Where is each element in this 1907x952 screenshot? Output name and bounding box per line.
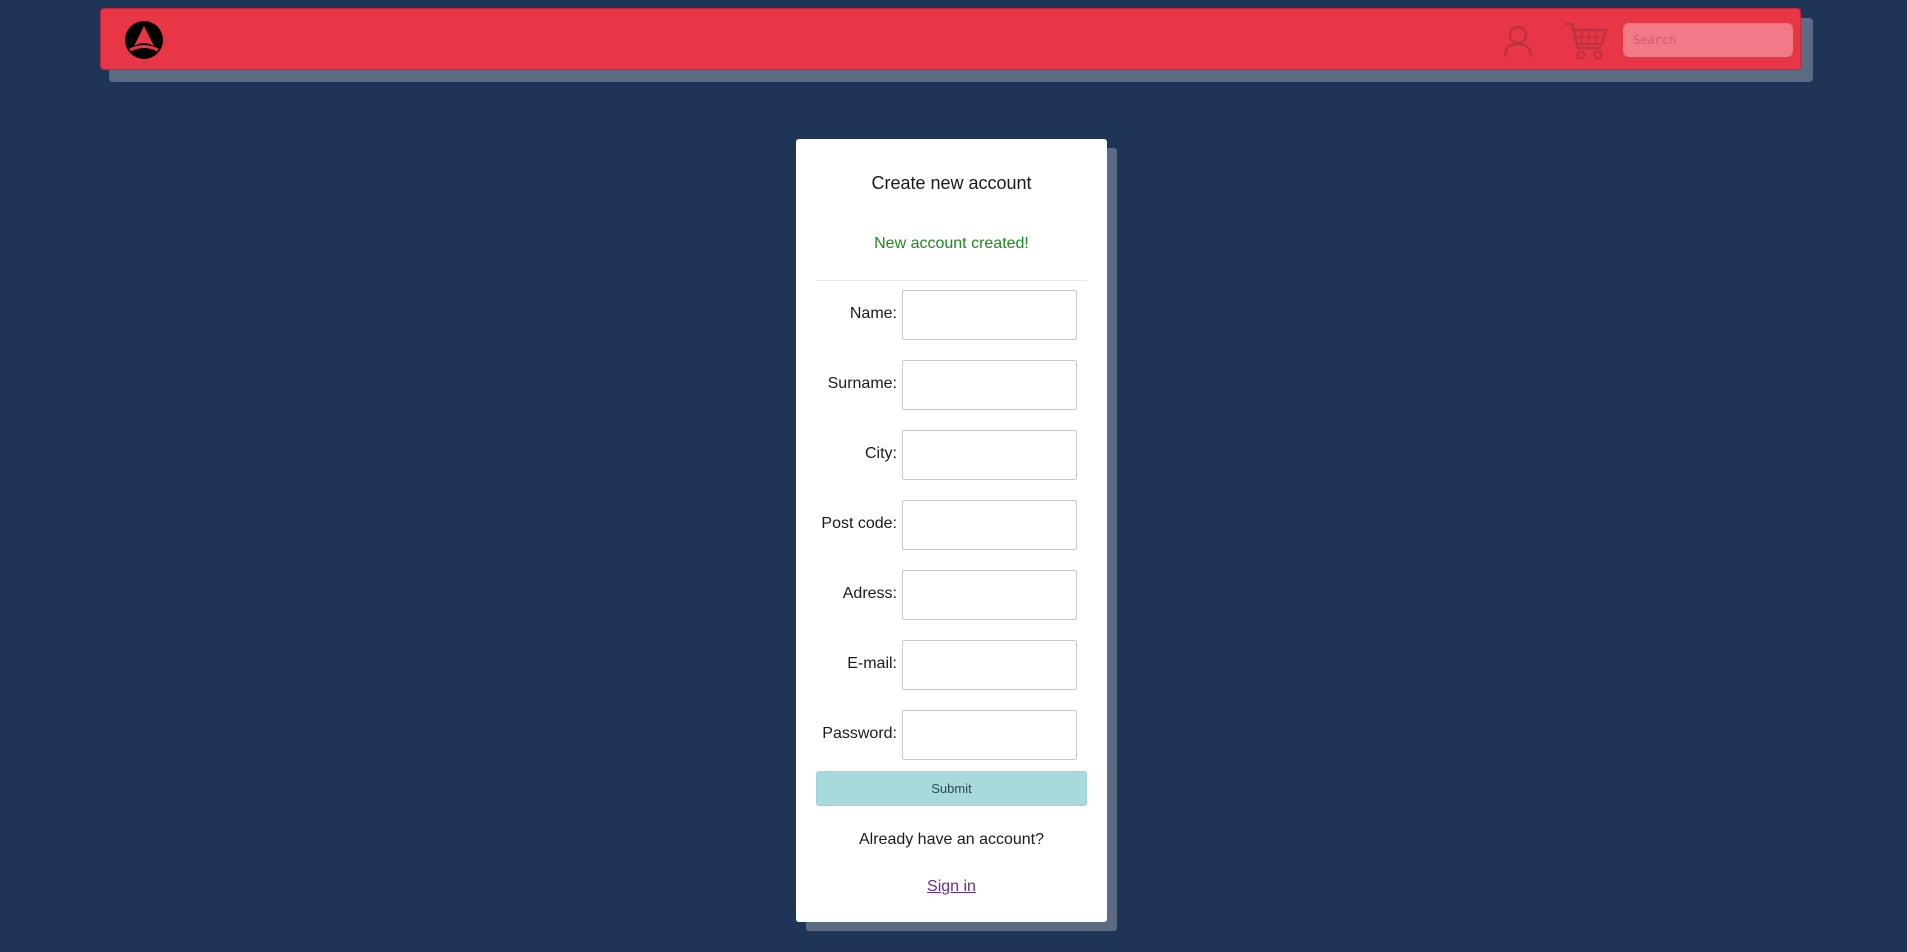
email-label: E-mail: [847, 655, 897, 672]
user-icon[interactable] [1502, 24, 1534, 58]
search-input[interactable] [1623, 23, 1793, 57]
address-label: Adress: [842, 585, 897, 602]
form-row-name: Name: [796, 290, 1107, 340]
sign-in-link[interactable]: Sign in [927, 878, 976, 895]
name-field[interactable] [902, 290, 1077, 340]
form-row-email: E-mail: [796, 640, 1107, 690]
city-label: City: [865, 445, 897, 462]
form-row-password: Password: [796, 710, 1107, 760]
form-title: Create new account [871, 173, 1032, 193]
status-message: New account created! [874, 235, 1029, 252]
divider [816, 280, 1087, 281]
logo-icon[interactable] [123, 19, 165, 61]
form-row-surname: Surname: [796, 360, 1107, 410]
form-row-postcode: Post code: [796, 500, 1107, 550]
password-field[interactable] [902, 710, 1077, 760]
already-have-account-text: Already have an account? [858, 831, 1044, 848]
cart-icon[interactable] [1563, 20, 1609, 62]
form-row-address: Adress: [796, 570, 1107, 620]
surname-field[interactable] [902, 360, 1077, 410]
top-navbar [100, 8, 1801, 70]
email-field[interactable] [902, 640, 1077, 690]
city-field[interactable] [902, 430, 1077, 480]
form-row-city: City: [796, 430, 1107, 480]
postcode-field[interactable] [902, 500, 1077, 550]
submit-button[interactable]: Submit [816, 771, 1087, 806]
surname-label: Surname: [827, 375, 897, 392]
password-label: Password: [822, 725, 897, 742]
signin-container: Sign in [796, 878, 1107, 896]
postcode-label: Post code: [821, 515, 897, 532]
address-field[interactable] [902, 570, 1077, 620]
register-card: Create new account New account created! … [796, 139, 1107, 922]
name-label: Name: [849, 305, 897, 322]
